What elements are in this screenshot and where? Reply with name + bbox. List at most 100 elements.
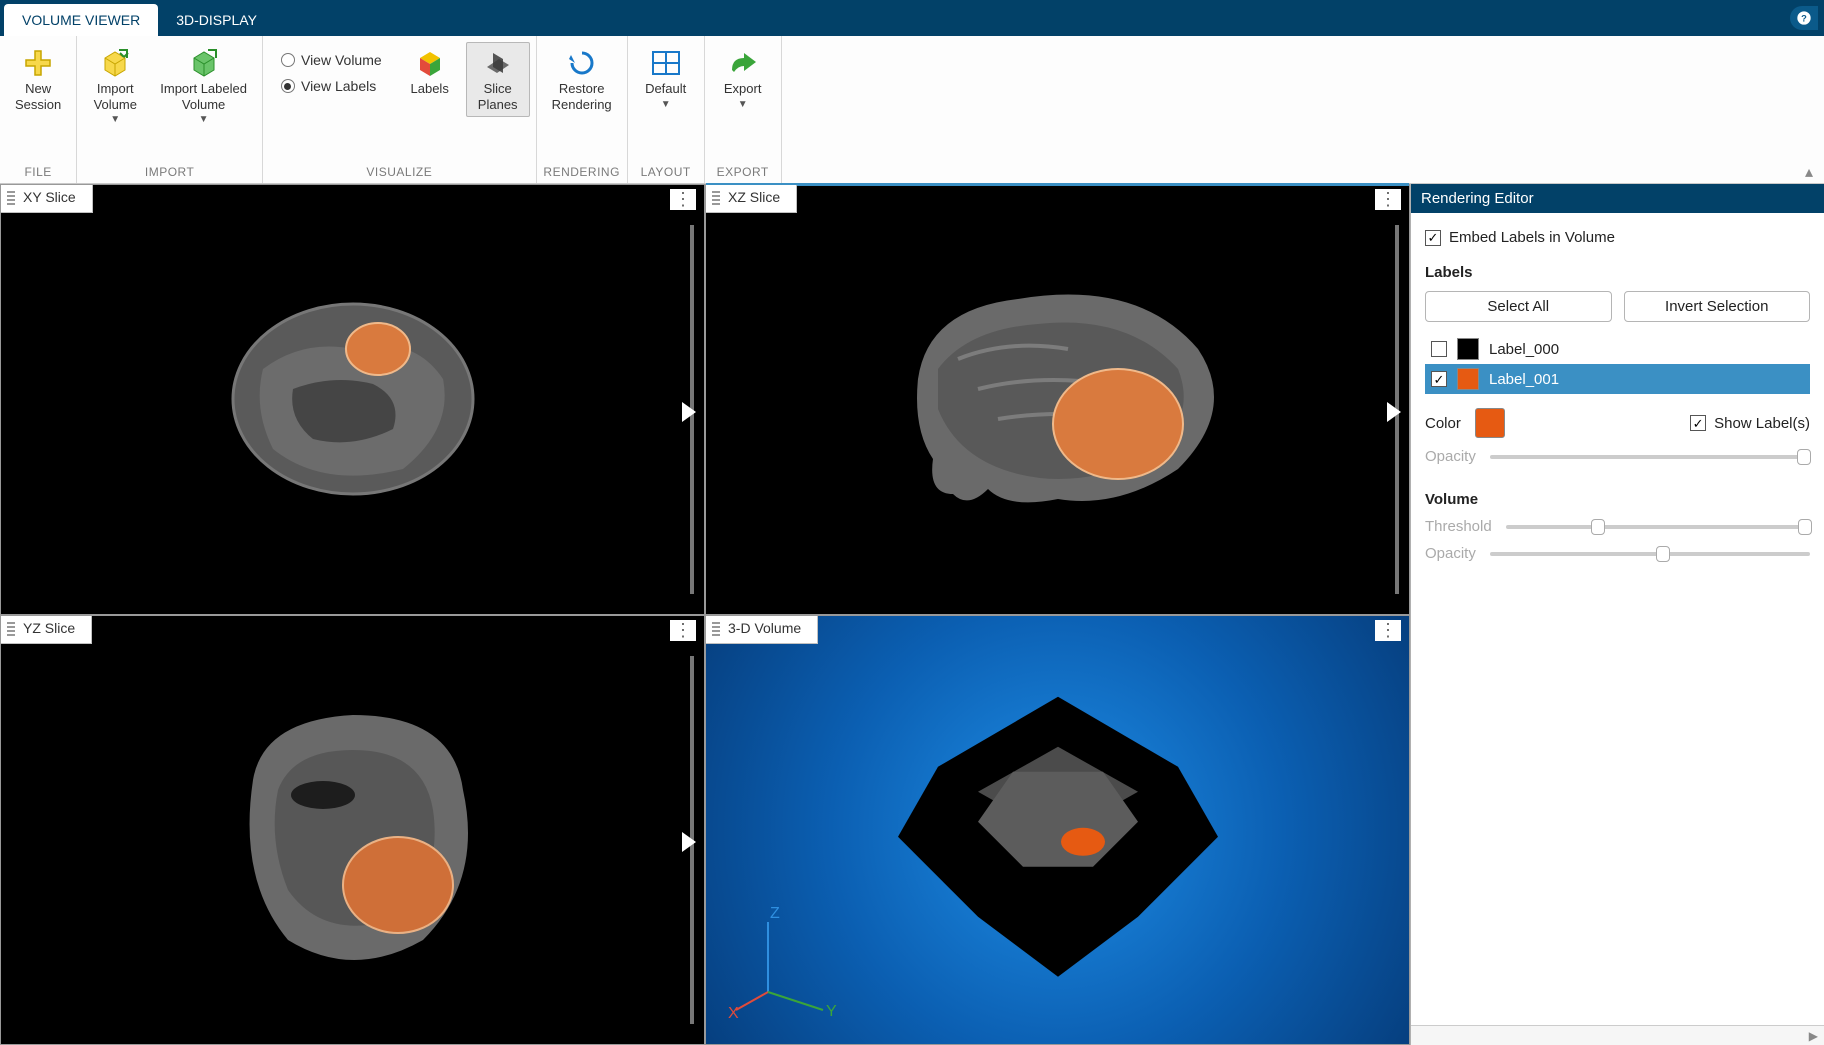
color-well[interactable] xyxy=(1475,408,1505,438)
embed-labels-label: Embed Labels in Volume xyxy=(1449,229,1615,246)
show-labels-checkbox[interactable]: Show Label(s) xyxy=(1714,415,1810,432)
ribbon-group-layout: Default ▼ LAYOUT xyxy=(628,36,705,183)
panel-menu-button[interactable]: ⋮ xyxy=(1375,620,1401,641)
axis-z-label: Z xyxy=(770,905,780,922)
panel-xy-slice[interactable]: XY Slice ⋮ xyxy=(0,184,705,615)
label-item-name: Label_000 xyxy=(1489,341,1559,358)
cube-labeled-import-icon xyxy=(186,47,222,79)
ribbon-group-rendering: Restore Rendering RENDERING xyxy=(537,36,628,183)
radio-icon xyxy=(281,79,295,93)
import-volume-button[interactable]: Import Volume ▼ xyxy=(83,42,147,130)
svg-text:?: ? xyxy=(1801,13,1807,23)
import-volume-label: Import Volume xyxy=(94,81,137,112)
checkbox-icon xyxy=(1431,341,1447,357)
resize-grip-icon[interactable]: ▶ xyxy=(1809,1029,1818,1043)
default-layout-button[interactable]: Default ▼ xyxy=(634,42,698,115)
axis-y-label: Y xyxy=(826,1003,837,1020)
panel-menu-button[interactable]: ⋮ xyxy=(670,189,696,210)
ribbon-group-label-layout: LAYOUT xyxy=(628,162,704,183)
panel-menu-button[interactable]: ⋮ xyxy=(1375,189,1401,210)
new-session-label: New Session xyxy=(15,81,61,112)
workspace: XY Slice ⋮ XZ Slice ⋮ xyxy=(0,184,1824,1045)
chevron-down-icon: ▼ xyxy=(110,114,120,125)
new-session-button[interactable]: New Session xyxy=(6,42,70,117)
ribbon-collapse-button[interactable]: ▴ xyxy=(1800,165,1818,179)
ribbon-group-export: Export ▼ EXPORT xyxy=(705,36,782,183)
axis-x-label: X xyxy=(728,1005,739,1022)
color-label: Color xyxy=(1425,415,1461,432)
ribbon-group-label-visualize: VISUALIZE xyxy=(263,162,536,183)
cube-import-icon xyxy=(97,47,133,79)
chevron-down-icon: ▼ xyxy=(738,99,748,110)
ribbon-group-import: Import Volume ▼ Import Labeled Volume ▼ … xyxy=(77,36,263,183)
label-item-1[interactable]: Label_001 xyxy=(1425,364,1810,394)
export-arrow-icon xyxy=(725,47,761,79)
slice-slider[interactable] xyxy=(690,656,694,1025)
brain-xz-image xyxy=(858,259,1258,539)
invert-selection-button[interactable]: Invert Selection xyxy=(1624,291,1811,322)
embed-labels-checkbox[interactable]: Embed Labels in Volume xyxy=(1425,229,1810,246)
import-labeled-volume-label: Import Labeled Volume xyxy=(160,81,247,112)
export-label: Export xyxy=(724,81,762,97)
cube-colored-icon xyxy=(412,47,448,79)
label-opacity-label: Opacity xyxy=(1425,448,1476,465)
rendering-editor-panel: Rendering Editor Embed Labels in Volume … xyxy=(1410,184,1824,1045)
volume-opacity-label: Opacity xyxy=(1425,545,1476,562)
radio-icon xyxy=(281,53,295,67)
labels-button[interactable]: Labels xyxy=(398,42,462,102)
brain-yz-image xyxy=(193,680,513,980)
color-swatch xyxy=(1457,338,1479,360)
view-volume-radio[interactable]: View Volume xyxy=(281,52,382,68)
ribbon-group-label-export: EXPORT xyxy=(705,162,781,183)
slice-slider[interactable] xyxy=(690,225,694,594)
color-swatch xyxy=(1457,368,1479,390)
select-all-button[interactable]: Select All xyxy=(1425,291,1612,322)
ribbon-group-label-import: IMPORT xyxy=(77,162,262,183)
import-labeled-volume-button[interactable]: Import Labeled Volume ▼ xyxy=(151,42,256,130)
rendering-editor-title: Rendering Editor xyxy=(1411,184,1824,213)
tab-volume-viewer[interactable]: VOLUME VIEWER xyxy=(4,4,158,36)
ribbon-group-label-rendering: RENDERING xyxy=(537,162,627,183)
panel-title-xz: XZ Slice xyxy=(706,185,797,213)
ribbon-group-file: New Session FILE xyxy=(0,36,77,183)
export-button[interactable]: Export ▼ xyxy=(711,42,775,115)
chevron-down-icon: ▼ xyxy=(199,114,209,125)
volume-threshold-slider[interactable] xyxy=(1506,525,1810,529)
side-panel-footer: ▶ xyxy=(1411,1025,1824,1045)
volume-opacity-slider[interactable] xyxy=(1490,552,1810,556)
tab-strip: VOLUME VIEWER 3D-DISPLAY ? xyxy=(0,0,1824,36)
help-icon: ? xyxy=(1796,10,1812,26)
tab-3d-display[interactable]: 3D-DISPLAY xyxy=(158,4,275,36)
panel-menu-button[interactable]: ⋮ xyxy=(670,620,696,641)
slice-slider[interactable] xyxy=(1395,225,1399,594)
labels-label: Labels xyxy=(411,81,449,97)
view-labels-radio[interactable]: View Labels xyxy=(281,78,382,94)
volume-section-header: Volume xyxy=(1425,491,1810,508)
labels-section-header: Labels xyxy=(1425,264,1810,281)
panel-title-3d: 3-D Volume xyxy=(706,616,818,644)
panel-yz-slice[interactable]: YZ Slice ⋮ xyxy=(0,615,705,1045)
restore-rendering-button[interactable]: Restore Rendering xyxy=(543,42,621,117)
volume-threshold-label: Threshold xyxy=(1425,518,1492,535)
label-item-name: Label_001 xyxy=(1489,371,1559,388)
label-list: Label_000 Label_001 xyxy=(1425,334,1810,394)
volume-3d-render xyxy=(838,667,1278,1007)
panel-xz-slice[interactable]: XZ Slice ⋮ xyxy=(705,184,1410,615)
view-grid: XY Slice ⋮ XZ Slice ⋮ xyxy=(0,184,1410,1045)
ribbon-toolbar: New Session FILE Import Volume ▼ Import … xyxy=(0,36,1824,184)
help-button[interactable]: ? xyxy=(1790,6,1818,30)
checkbox-icon xyxy=(1690,415,1706,431)
restore-rendering-label: Restore Rendering xyxy=(552,81,612,112)
brain-xy-image xyxy=(203,279,503,519)
view-volume-radio-label: View Volume xyxy=(301,52,382,68)
restore-icon xyxy=(564,47,600,79)
plus-icon xyxy=(20,47,56,79)
slice-planes-button[interactable]: Slice Planes xyxy=(466,42,530,117)
panel-3d-volume[interactable]: 3-D Volume ⋮ Z X Y xyxy=(705,615,1410,1045)
checkbox-icon xyxy=(1431,371,1447,387)
view-labels-radio-label: View Labels xyxy=(301,78,376,94)
label-item-0[interactable]: Label_000 xyxy=(1425,334,1810,364)
ribbon-group-label-file: FILE xyxy=(0,162,76,183)
label-opacity-slider[interactable] xyxy=(1490,455,1810,459)
slice-planes-label: Slice Planes xyxy=(478,81,518,112)
